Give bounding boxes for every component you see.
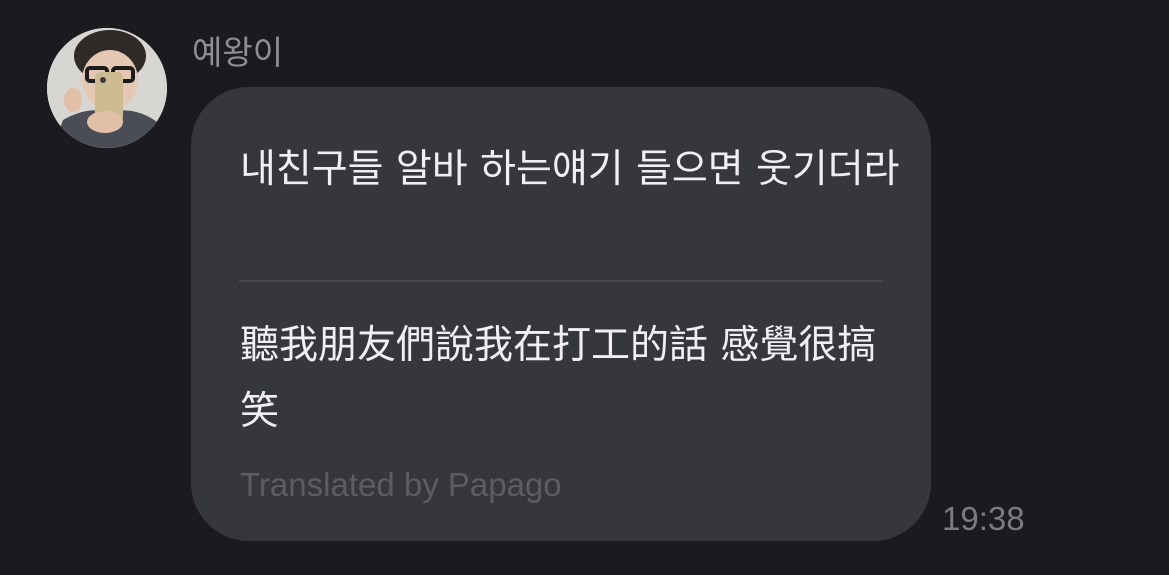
original-message-text: 내친구들 알바 하는얘기 들으면 웃기더라 (240, 147, 900, 192)
translated-message-text: 聽我朋友們說我在打工的話 感覺很搞笑 (240, 323, 877, 434)
message-bubble[interactable]: 내친구들 알바 하는얘기 들으면 웃기더라 聽我朋友們說我在打工的話 感覺很搞笑… (191, 87, 931, 541)
sender-avatar[interactable] (47, 28, 167, 148)
translation-divider (239, 280, 883, 282)
message-timestamp: 19:38 (942, 500, 1025, 537)
sender-name: 예왕이 (192, 33, 284, 72)
translator-credit: Translated by Papago (240, 466, 562, 503)
avatar-photo-icon (47, 28, 167, 148)
